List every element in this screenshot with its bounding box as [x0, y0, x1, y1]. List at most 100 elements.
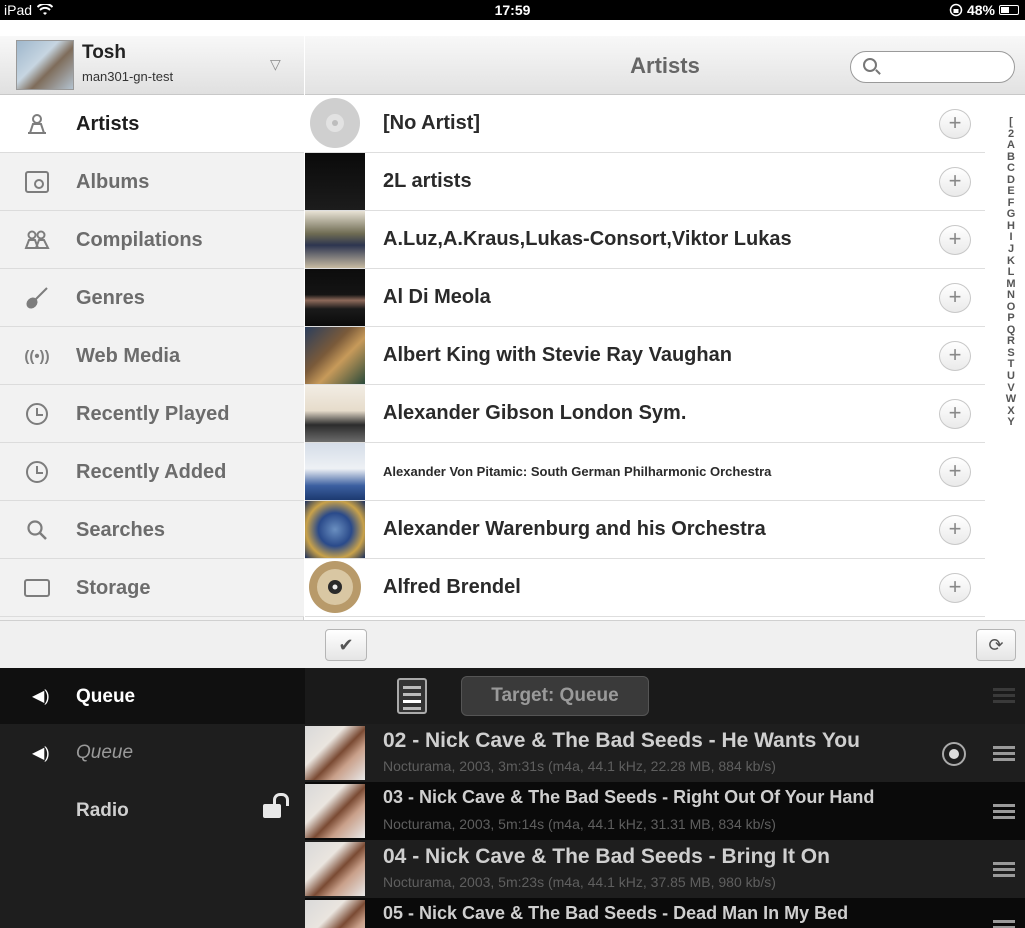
alpha-index-letter[interactable]: Y — [1007, 417, 1014, 429]
artist-row[interactable]: Alexander Gibson London Sym. + — [305, 385, 985, 443]
alpha-index-letter[interactable]: W — [1006, 394, 1016, 406]
alpha-index-letter[interactable]: C — [1007, 163, 1015, 175]
track-title: 05 - Nick Cave & The Bad Seeds - Dead Ma… — [383, 903, 849, 923]
search-input[interactable] — [885, 58, 1005, 78]
sidebar-item-recently-played[interactable]: Recently Played — [0, 385, 304, 443]
profile-name: Tosh — [82, 42, 126, 63]
sidebar-item-genres[interactable]: Genres — [0, 269, 304, 327]
playback-item-queue[interactable]: ◀) Queue — [0, 724, 305, 782]
unlock-icon[interactable] — [263, 793, 289, 818]
track-row[interactable]: 04 - Nick Cave & The Bad Seeds - Bring I… — [305, 840, 1025, 898]
artist-row[interactable]: Alfred Brendel + — [305, 559, 985, 617]
playback-sidebar: ◀) Queue Radio — [0, 724, 305, 928]
artist-name: A.Luz,A.Kraus,Lukas-Consort,Viktor Lukas — [383, 228, 792, 250]
artist-thumbnail — [305, 211, 365, 268]
add-artist-button[interactable]: + — [939, 399, 971, 429]
playback-item-label: Radio — [76, 800, 129, 821]
track-row[interactable]: 05 - Nick Cave & The Bad Seeds - Dead Ma… — [305, 898, 1025, 928]
now-playing-indicator[interactable] — [942, 742, 966, 766]
drag-handle-icon[interactable] — [993, 746, 1015, 762]
artist-list: [No Artist] + 2L artists + A.Luz,A.Kraus… — [305, 95, 985, 617]
target-button[interactable]: Target: Queue — [461, 676, 649, 716]
search-icon — [24, 518, 50, 542]
recent-played-icon — [24, 402, 50, 426]
sidebar-item-recently-added[interactable]: Recently Added — [0, 443, 304, 501]
sidebar-item-label: Storage — [76, 577, 151, 599]
artist-row[interactable]: Alexander Warenburg and his Orchestra + — [305, 501, 985, 559]
artist-row[interactable]: Albert King with Stevie Ray Vaughan + — [305, 327, 985, 385]
chevron-down-icon[interactable]: ▽ — [270, 56, 281, 73]
artist-name: Alexander Warenburg and his Orchestra — [383, 518, 766, 540]
artist-thumbnail — [305, 153, 365, 210]
track-meta: Nocturama, 2003, 5m:14s (m4a, 44.1 kHz, … — [383, 816, 776, 832]
queue-track-list: 02 - Nick Cave & The Bad Seeds - He Want… — [305, 724, 1025, 928]
artist-thumbnail — [305, 501, 365, 558]
track-thumbnail — [305, 726, 365, 780]
people-icon — [24, 228, 50, 252]
rotation-lock-icon — [949, 3, 963, 17]
add-artist-button[interactable]: + — [939, 109, 971, 139]
artist-thumbnail — [305, 327, 365, 384]
drag-handle-icon[interactable] — [993, 804, 1015, 820]
battery-icon — [999, 5, 1019, 15]
sidebar-item-label: Web Media — [76, 345, 181, 367]
queue-label: Queue — [76, 686, 136, 707]
artist-thumbnail — [305, 559, 365, 616]
drag-handle-icon[interactable] — [993, 920, 1015, 928]
artist-row[interactable]: Alexander Von Pitamic: South German Phil… — [305, 443, 985, 501]
select-button[interactable]: ✔ — [325, 629, 367, 661]
track-title: 04 - Nick Cave & The Bad Seeds - Bring I… — [383, 845, 830, 868]
add-artist-button[interactable]: + — [939, 573, 971, 603]
artist-name: [No Artist] — [383, 112, 481, 134]
sidebar-item-label: Searches — [76, 519, 165, 541]
sidebar-item-storage[interactable]: Storage — [0, 559, 304, 617]
alpha-index-letter[interactable]: L — [1008, 267, 1015, 279]
alpha-index-letter[interactable]: U — [1007, 370, 1015, 383]
add-artist-button[interactable]: + — [939, 341, 971, 371]
artist-thumbnail — [305, 269, 365, 326]
profile-switcher[interactable]: Tosh man301-gn-test ▽ — [0, 36, 304, 95]
sidebar-item-web-media[interactable]: ((•)) Web Media — [0, 327, 304, 385]
status-time: 17:59 — [494, 2, 531, 18]
playback-item-radio[interactable]: Radio — [0, 782, 305, 840]
track-thumbnail — [305, 842, 365, 896]
artist-name: Alexander Von Pitamic: South German Phil… — [383, 464, 772, 479]
track-row[interactable]: 02 - Nick Cave & The Bad Seeds - He Want… — [305, 724, 1025, 782]
queue-bar: ◀) Queue Target: Queue — [0, 668, 1025, 724]
search-box[interactable] — [850, 51, 1015, 83]
artist-thumbnail — [305, 385, 365, 442]
add-artist-button[interactable]: + — [939, 457, 971, 487]
queue-header[interactable]: ◀) Queue — [0, 668, 305, 724]
menu-icon[interactable] — [993, 688, 1015, 704]
add-artist-button[interactable]: + — [939, 515, 971, 545]
sidebar-item-searches[interactable]: Searches — [0, 501, 304, 559]
queue-list-icon[interactable] — [397, 678, 427, 714]
alpha-index-letter[interactable]: [ — [1009, 116, 1013, 129]
refresh-button[interactable]: ⟳ — [976, 629, 1016, 661]
list-toolbar: ✔ ⟳ — [0, 620, 1025, 668]
sidebar-item-albums[interactable]: Albums — [0, 153, 304, 211]
artist-row[interactable]: [No Artist] + — [305, 95, 985, 153]
add-artist-button[interactable]: + — [939, 283, 971, 313]
sidebar-item-label: Compilations — [76, 229, 203, 251]
artist-row[interactable]: 2L artists + — [305, 153, 985, 211]
artist-row[interactable]: Al Di Meola + — [305, 269, 985, 327]
sidebar-item-artists[interactable]: Artists — [0, 95, 304, 153]
artist-name: Alfred Brendel — [383, 576, 521, 598]
speaker-icon: ◀) — [32, 745, 50, 762]
track-title: 03 - Nick Cave & The Bad Seeds - Right O… — [383, 787, 875, 807]
alpha-index-letter[interactable]: A — [1007, 140, 1015, 152]
drag-handle-icon[interactable] — [993, 862, 1015, 878]
add-artist-button[interactable]: + — [939, 167, 971, 197]
track-row[interactable]: 03 - Nick Cave & The Bad Seeds - Right O… — [305, 782, 1025, 840]
artist-row[interactable]: A.Luz,A.Kraus,Lukas-Consort,Viktor Lukas… — [305, 211, 985, 269]
playback-item-label: Queue — [76, 742, 134, 763]
track-thumbnail — [305, 784, 365, 838]
alpha-index-letter[interactable]: J — [1008, 243, 1014, 256]
artist-name: Albert King with Stevie Ray Vaughan — [383, 344, 732, 366]
add-artist-button[interactable]: + — [939, 225, 971, 255]
alphabet-index[interactable]: [2 A B C D E F G H I J K L M N O P Q R S T U V W X Y — [1000, 116, 1022, 429]
status-bar: iPad 17:59 48% — [0, 0, 1025, 20]
sidebar-item-compilations[interactable]: Compilations — [0, 211, 304, 269]
artist-name: 2L artists — [383, 170, 472, 192]
